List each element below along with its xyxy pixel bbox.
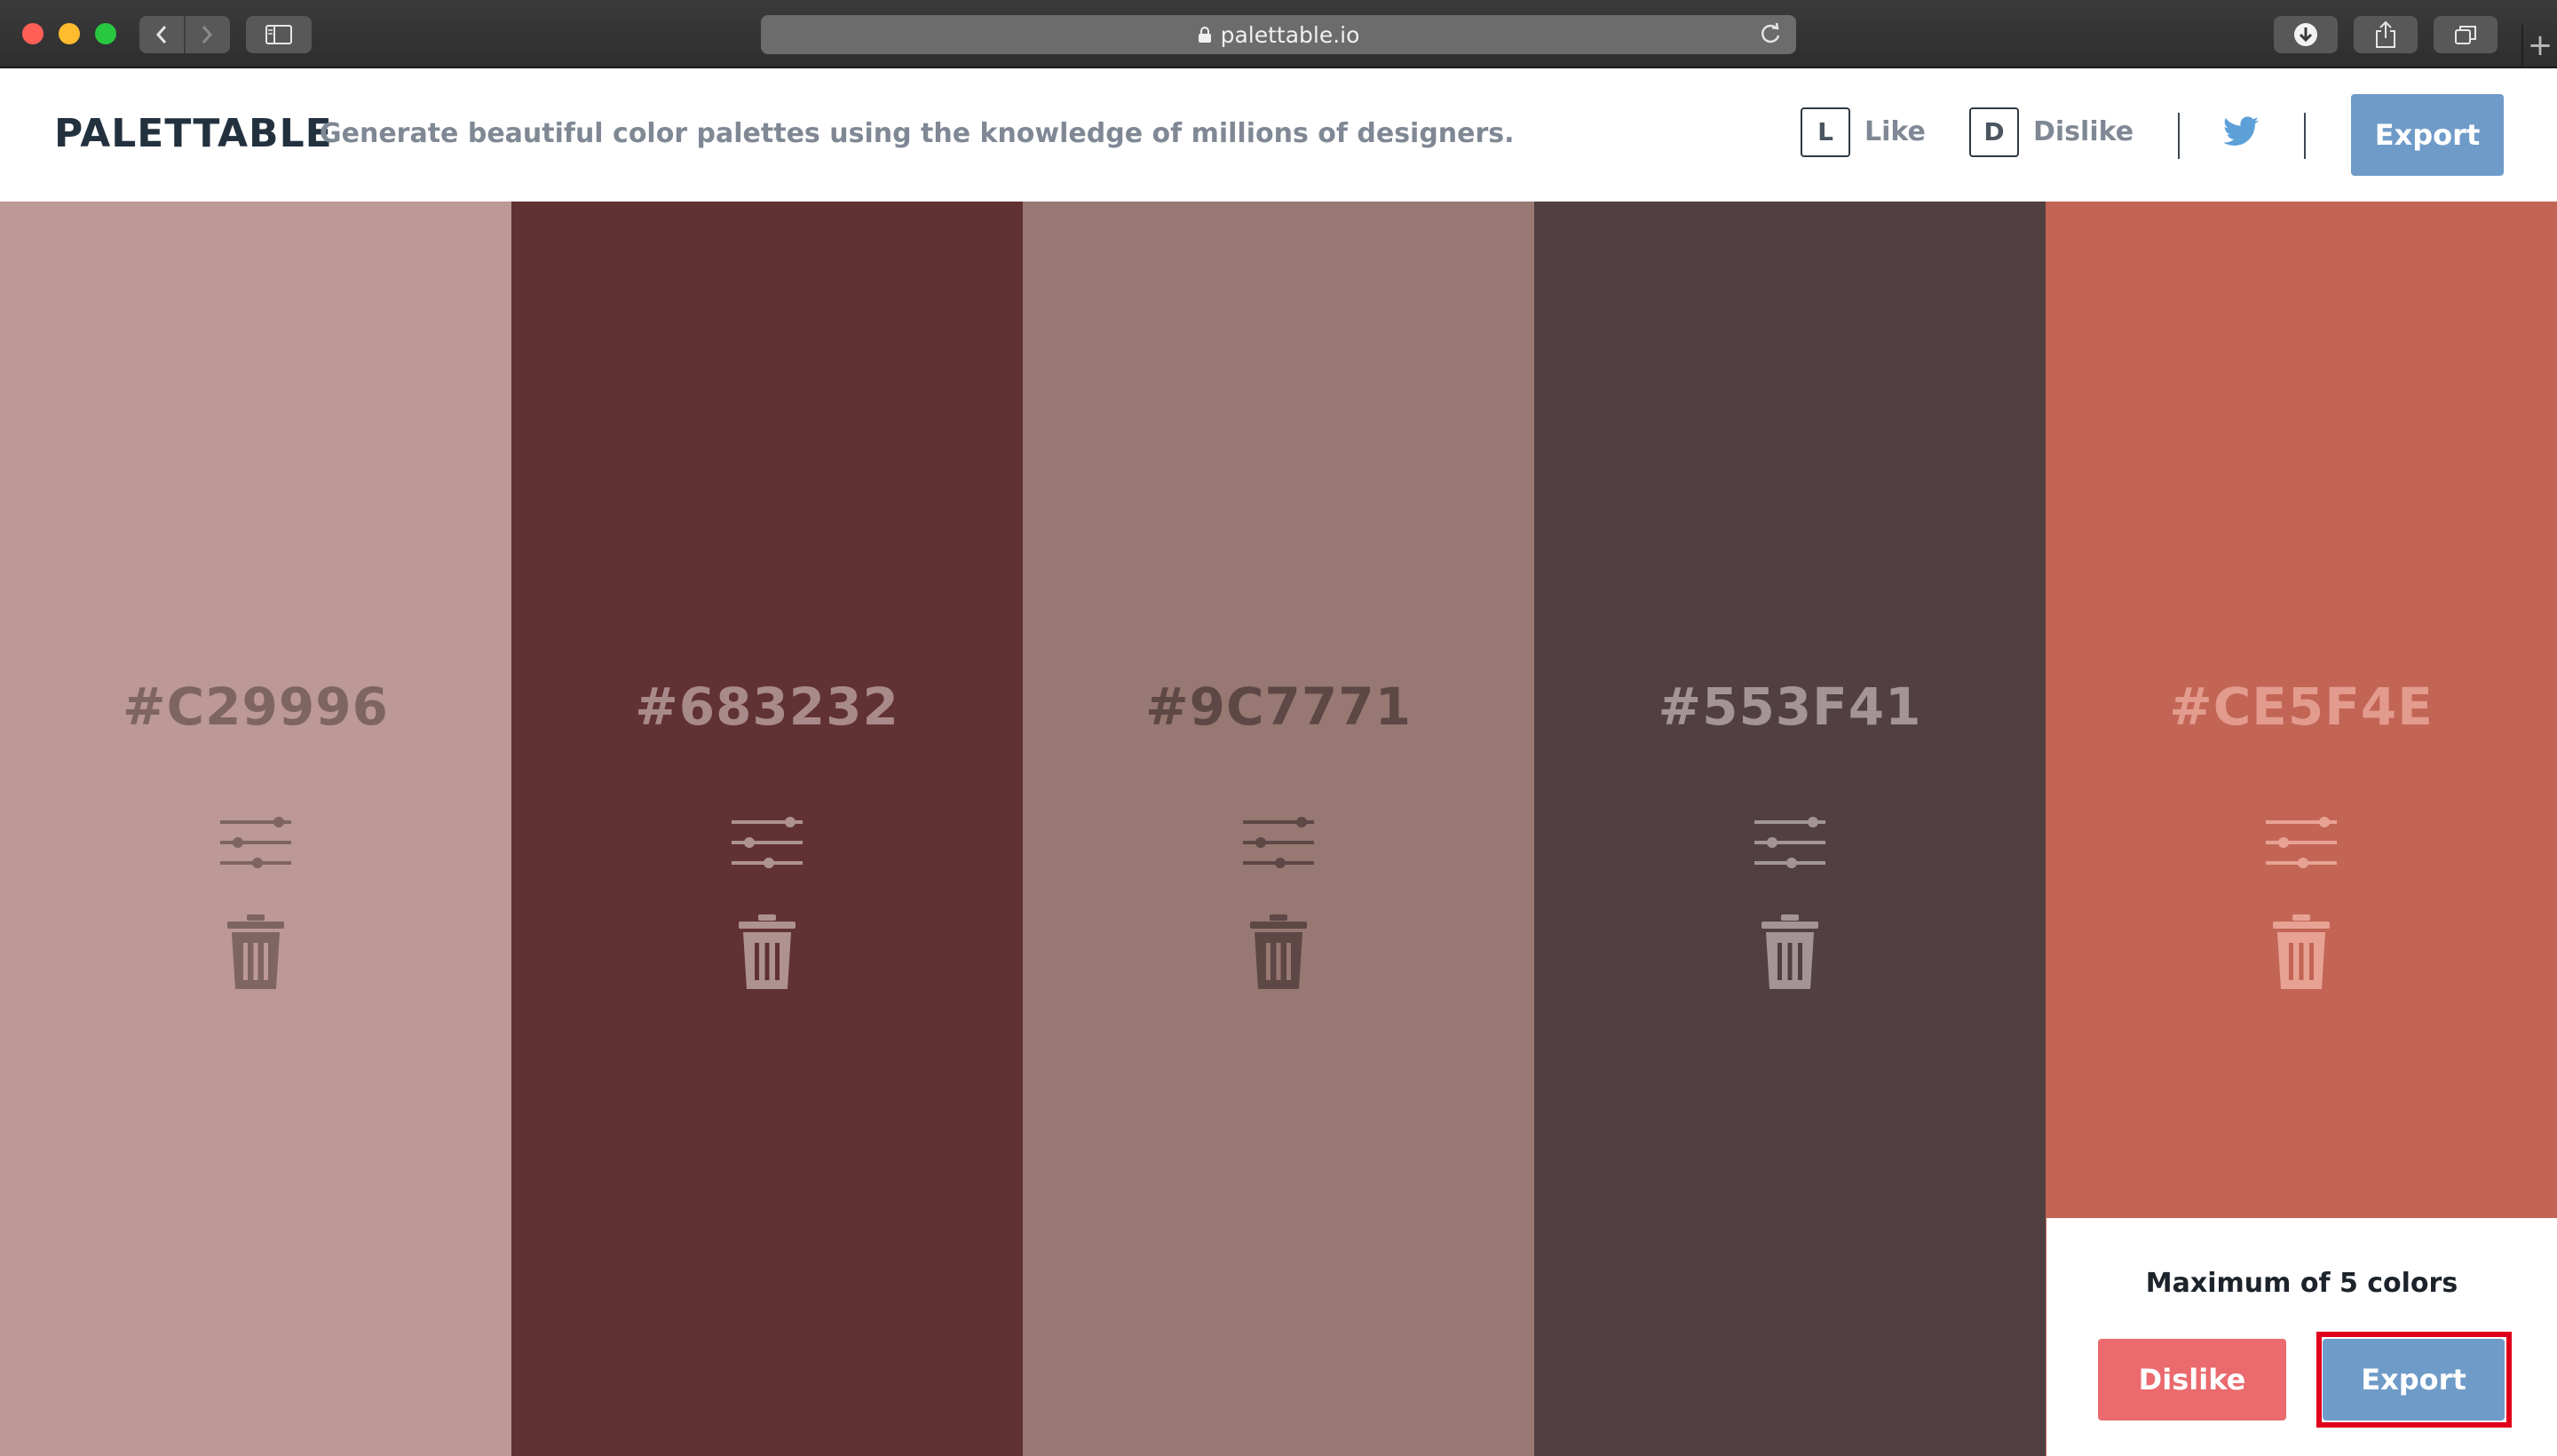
minimize-window-button[interactable] bbox=[59, 23, 80, 44]
adjust-sliders-icon[interactable] bbox=[1754, 816, 1825, 869]
lock-icon bbox=[1198, 27, 1211, 43]
adjust-sliders-icon[interactable] bbox=[2266, 816, 2337, 869]
color-swatch[interactable]: #9C7771 bbox=[1023, 202, 1534, 1456]
zoom-window-button[interactable] bbox=[95, 23, 116, 44]
dislike-shortcut-key[interactable]: D bbox=[1969, 107, 2019, 157]
chevron-right-icon bbox=[202, 26, 213, 44]
sidebar-icon bbox=[265, 25, 292, 44]
browser-toolbar: palettable.io + bbox=[0, 0, 2557, 68]
hex-code[interactable]: #553F41 bbox=[1534, 677, 2046, 737]
color-swatch[interactable]: #683232 bbox=[511, 202, 1023, 1456]
export-button[interactable]: Export bbox=[2351, 94, 2504, 176]
new-tab-button[interactable]: + bbox=[2521, 25, 2557, 66]
hex-code[interactable]: #C29996 bbox=[0, 677, 511, 737]
downloads-button[interactable] bbox=[2274, 16, 2338, 53]
hex-code[interactable]: #9C7771 bbox=[1023, 677, 1534, 737]
like-link[interactable]: Like bbox=[1864, 116, 1926, 147]
logo[interactable]: PALETTABLE bbox=[54, 111, 333, 156]
twitter-icon[interactable] bbox=[2223, 116, 2259, 146]
close-window-button[interactable] bbox=[22, 23, 44, 44]
trash-icon[interactable] bbox=[1761, 914, 1818, 989]
color-swatch[interactable]: #C29996 bbox=[0, 202, 511, 1456]
history-nav bbox=[139, 16, 230, 53]
divider bbox=[2304, 113, 2306, 159]
hex-code[interactable]: #CE5F4E bbox=[2046, 677, 2557, 737]
hex-code[interactable]: #683232 bbox=[511, 677, 1023, 737]
trash-icon[interactable] bbox=[227, 914, 284, 989]
url-text: palettable.io bbox=[1220, 21, 1360, 48]
share-button[interactable] bbox=[2354, 16, 2418, 53]
app-header: PALETTABLE Generate beautiful color pale… bbox=[0, 68, 2557, 202]
share-icon bbox=[2376, 20, 2395, 48]
color-swatch[interactable]: #553F41 bbox=[1534, 202, 2046, 1456]
trash-icon[interactable] bbox=[739, 914, 796, 989]
trash-icon[interactable] bbox=[2273, 914, 2330, 989]
divider bbox=[2178, 113, 2180, 159]
dislike-link[interactable]: Dislike bbox=[2033, 116, 2133, 147]
max-colors-panel: Maximum of 5 colors Dislike Export bbox=[2046, 1218, 2557, 1456]
forward-button[interactable] bbox=[184, 16, 228, 53]
tabs-icon bbox=[2455, 26, 2476, 44]
adjust-sliders-icon[interactable] bbox=[1243, 816, 1314, 869]
sidebar-toggle-button[interactable] bbox=[246, 16, 312, 53]
trash-icon[interactable] bbox=[1250, 914, 1307, 989]
tagline: Generate beautiful color palettes using … bbox=[320, 118, 1515, 149]
reload-icon[interactable] bbox=[1757, 20, 1784, 47]
export-button[interactable]: Export bbox=[2323, 1339, 2505, 1420]
adjust-sliders-icon[interactable] bbox=[220, 816, 291, 869]
dislike-button[interactable]: Dislike bbox=[2098, 1339, 2286, 1420]
like-shortcut-key[interactable]: L bbox=[1801, 107, 1850, 157]
address-bar[interactable]: palettable.io bbox=[761, 15, 1796, 54]
max-colors-message: Maximum of 5 colors bbox=[2145, 1268, 2458, 1299]
adjust-sliders-icon[interactable] bbox=[732, 816, 803, 869]
tab-overview-button[interactable] bbox=[2434, 16, 2498, 53]
download-icon bbox=[2294, 23, 2317, 46]
chevron-left-icon bbox=[155, 26, 167, 44]
back-button[interactable] bbox=[139, 16, 184, 53]
